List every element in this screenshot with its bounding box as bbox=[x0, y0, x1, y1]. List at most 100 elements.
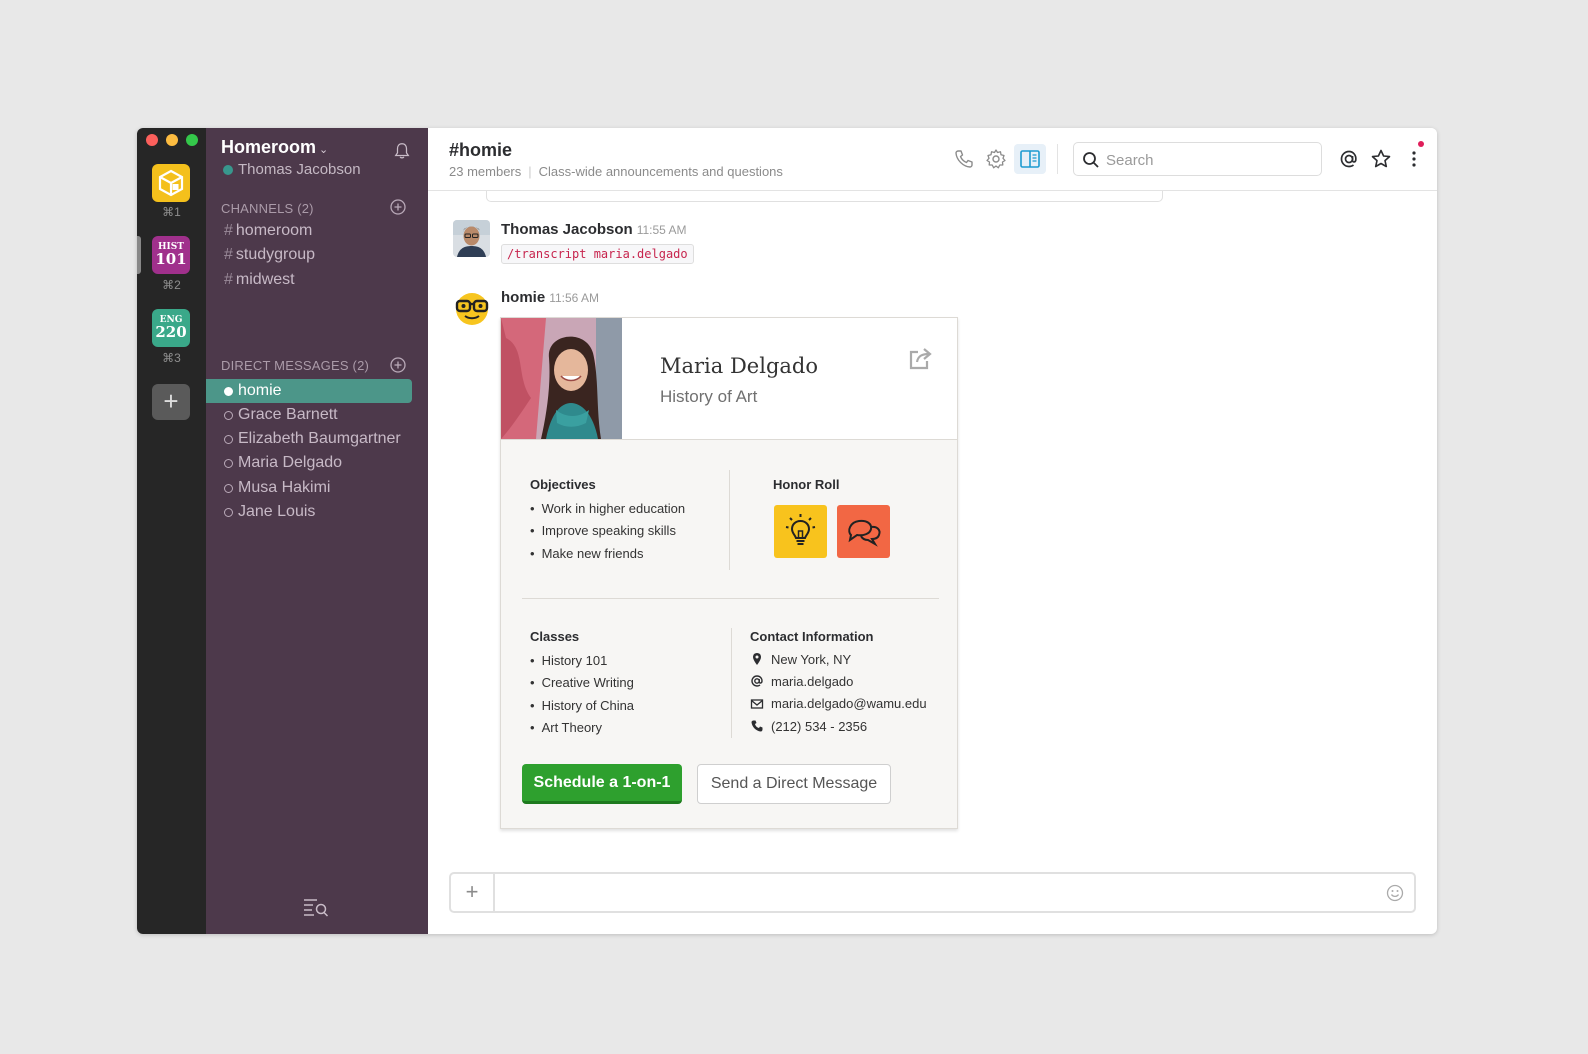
details-pane-toggle[interactable] bbox=[1014, 144, 1046, 174]
emoji-icon[interactable] bbox=[1386, 884, 1404, 902]
dm-homie[interactable]: homie bbox=[206, 379, 412, 403]
location-pin-icon bbox=[753, 653, 761, 666]
send-direct-message-button[interactable]: Send a Direct Message bbox=[697, 764, 891, 804]
current-user[interactable]: Thomas Jacobson bbox=[223, 161, 361, 178]
presence-icon bbox=[224, 386, 233, 396]
schedule-button[interactable]: Schedule a 1-on-1 bbox=[522, 764, 682, 804]
inline-code: /transcript maria.delgado bbox=[501, 244, 694, 264]
dm-jane-louis[interactable]: Jane Louis bbox=[206, 500, 412, 524]
honor-badge[interactable] bbox=[837, 505, 890, 558]
more-vertical-icon[interactable] bbox=[1403, 148, 1425, 170]
attach-button[interactable]: + bbox=[451, 874, 495, 911]
gear-icon[interactable] bbox=[985, 148, 1007, 170]
channels-heading[interactable]: CHANNELS (2) bbox=[221, 201, 314, 216]
bell-icon[interactable] bbox=[393, 142, 411, 160]
channel-hash-icon: # bbox=[224, 271, 233, 288]
message-author[interactable]: homie bbox=[501, 289, 545, 306]
honor-roll-heading: Honor Roll bbox=[773, 477, 840, 492]
team-hist101-button[interactable]: HIST 101 bbox=[152, 236, 190, 274]
dm-label: Elizabeth Baumgartner bbox=[238, 430, 401, 447]
team-eng220-button[interactable]: ENG 220 bbox=[152, 309, 190, 347]
presence-active-icon bbox=[223, 164, 233, 175]
sidebar-panel-icon bbox=[1020, 150, 1040, 168]
team-name: Homeroom bbox=[221, 137, 317, 157]
contact-phone[interactable]: (212) 534 - 2356 bbox=[750, 715, 927, 737]
team-homeroom-button[interactable] bbox=[152, 164, 190, 202]
channel-title[interactable]: #homie bbox=[449, 140, 512, 161]
add-dm-icon[interactable] bbox=[390, 357, 406, 373]
channel-label: homeroom bbox=[235, 222, 313, 239]
contact-location-text: New York, NY bbox=[771, 651, 852, 667]
minimize-window-button[interactable] bbox=[166, 134, 178, 146]
channel-studygroup[interactable]: # studygroup bbox=[224, 246, 315, 264]
meta-divider: | bbox=[528, 164, 532, 179]
column-divider bbox=[729, 470, 730, 570]
member-count[interactable]: 23 members bbox=[449, 164, 521, 179]
list-item: History 101 bbox=[530, 650, 634, 672]
app-window: ⌘1 HIST 101 ⌘2 ENG 220 ⌘3 + Homeroom ⌄ Th… bbox=[137, 128, 1437, 934]
team-eng-number: 220 bbox=[155, 323, 187, 341]
dm-label: homie bbox=[238, 382, 282, 399]
channel-purpose: Class-wide announcements and questions bbox=[538, 164, 783, 179]
team-shortcut-2: ⌘2 bbox=[162, 278, 181, 292]
team-menu[interactable]: Homeroom ⌄ bbox=[221, 137, 328, 158]
search-input[interactable] bbox=[1104, 143, 1318, 177]
presence-icon bbox=[224, 458, 233, 468]
message-composer: + bbox=[449, 872, 1416, 913]
channel-hash-icon: # bbox=[224, 222, 233, 239]
channel-midwest[interactable]: # midwest bbox=[224, 271, 295, 289]
team-shortcut-3: ⌘3 bbox=[162, 351, 181, 365]
dm-musa-hakimi[interactable]: Musa Hakimi bbox=[206, 476, 412, 500]
list-item: Work in higher education bbox=[530, 498, 686, 520]
channel-homeroom[interactable]: # homeroom bbox=[224, 222, 312, 240]
message-timestamp[interactable]: 11:55 AM bbox=[637, 223, 687, 237]
zoom-window-button[interactable] bbox=[186, 134, 198, 146]
message-author[interactable]: Thomas Jacobson bbox=[501, 221, 633, 238]
objectives-heading: Objectives bbox=[530, 477, 596, 492]
dm-grace-barnett[interactable]: Grace Barnett bbox=[206, 403, 412, 427]
channel-label: midwest bbox=[235, 271, 295, 288]
contact-list: New York, NY maria.delgado maria.delgado… bbox=[750, 648, 927, 737]
list-item: Creative Writing bbox=[530, 672, 634, 694]
search-icon bbox=[1083, 152, 1099, 168]
avatar[interactable] bbox=[453, 220, 490, 257]
team-hist-number: 101 bbox=[155, 250, 187, 268]
contact-email[interactable]: maria.delgado@wamu.edu bbox=[750, 693, 927, 715]
objectives-list: Work in higher education Improve speakin… bbox=[530, 498, 686, 565]
message-header: Thomas Jacobson 11:55 AM bbox=[501, 221, 687, 238]
profile-card-header: Maria Delgado History of Art bbox=[501, 318, 957, 440]
list-item: Art Theory bbox=[530, 717, 634, 739]
profile-name: Maria Delgado bbox=[660, 354, 819, 378]
phone-icon[interactable] bbox=[953, 148, 975, 170]
dm-label: Jane Louis bbox=[238, 503, 316, 520]
external-link-icon[interactable] bbox=[907, 346, 933, 372]
dm-label: Maria Delgado bbox=[238, 454, 343, 471]
contact-handle[interactable]: maria.delgado bbox=[750, 670, 927, 692]
list-item: Make new friends bbox=[530, 543, 685, 565]
honor-badge[interactable] bbox=[774, 505, 827, 558]
homie-bot-avatar-icon[interactable] bbox=[453, 288, 491, 326]
close-window-button[interactable] bbox=[146, 134, 158, 146]
section-divider bbox=[522, 598, 939, 599]
classes-list: History 101 Creative Writing History of … bbox=[530, 650, 634, 739]
star-icon[interactable] bbox=[1370, 148, 1392, 170]
message-header: homie 11:56 AM bbox=[501, 289, 599, 306]
presence-icon bbox=[224, 410, 233, 420]
add-team-button[interactable]: + bbox=[152, 384, 190, 420]
add-channel-icon[interactable] bbox=[390, 199, 406, 215]
message-input[interactable] bbox=[501, 874, 1365, 913]
dm-heading[interactable]: DIRECT MESSAGES (2) bbox=[221, 358, 369, 373]
dm-elizabeth-baumgartner[interactable]: Elizabeth Baumgartner bbox=[206, 427, 412, 451]
dm-label: Grace Barnett bbox=[238, 406, 338, 423]
quick-switcher-icon[interactable] bbox=[303, 897, 329, 917]
message-timestamp[interactable]: 11:56 AM bbox=[549, 291, 599, 305]
column-divider bbox=[731, 628, 732, 738]
user-photo-icon bbox=[453, 220, 490, 257]
team-switcher: ⌘1 HIST 101 ⌘2 ENG 220 ⌘3 + bbox=[137, 128, 206, 934]
contact-phone-text: (212) 534 - 2356 bbox=[771, 718, 868, 734]
dm-maria-delgado[interactable]: Maria Delgado bbox=[206, 451, 412, 475]
search-box[interactable] bbox=[1073, 142, 1322, 177]
channel-header: #homie 23 members | Class-wide announcemen… bbox=[428, 128, 1437, 191]
mentions-icon[interactable] bbox=[1338, 148, 1360, 170]
lightbulb-icon bbox=[785, 514, 816, 545]
